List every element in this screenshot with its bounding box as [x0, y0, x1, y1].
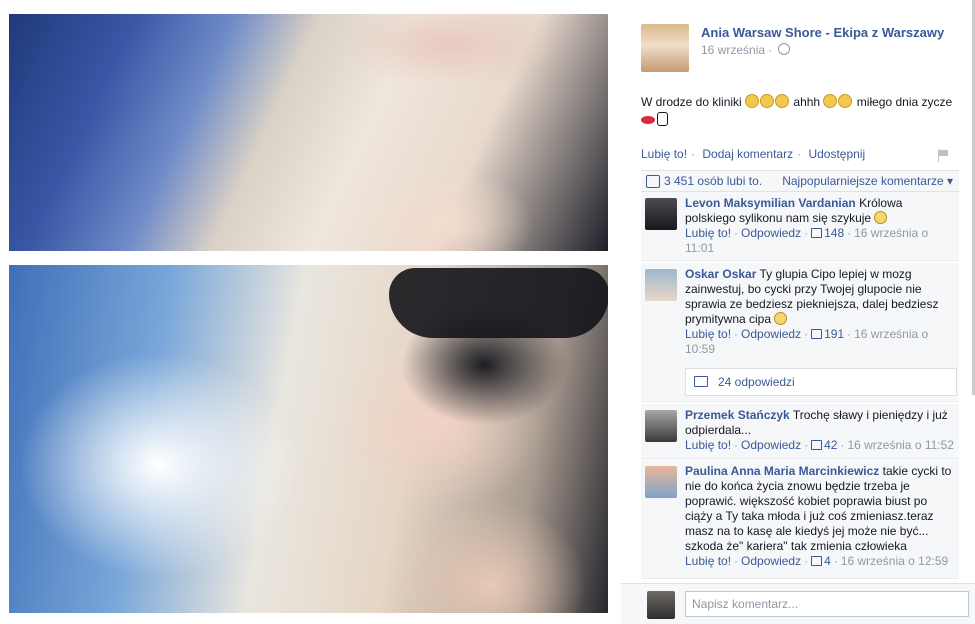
comment-author[interactable]: Levon Maksymilian Vardanian: [685, 196, 856, 210]
comment-likes-count[interactable]: 42: [824, 438, 837, 452]
globe-icon: [778, 43, 791, 55]
post-date[interactable]: 16 września ·: [701, 43, 791, 57]
avatar[interactable]: [645, 410, 677, 442]
comment-meta: Lubię to! · Odpowiedz · 42 · 16 września o 11:…: [685, 438, 954, 452]
thumb-up-icon: [811, 556, 823, 566]
sunglasses-shape: [389, 268, 608, 338]
post-text-part-1: W drodze do kliniki: [641, 95, 742, 109]
comment-time[interactable]: 16 września o 12:59: [841, 554, 948, 568]
post-text: W drodze do kliniki ahhh miłego dnia zyc…: [641, 93, 959, 129]
likes-count-link[interactable]: 3 451 osób lubi to.: [664, 174, 762, 188]
like-post-link[interactable]: Lubię to!: [641, 147, 687, 161]
likes-bar: 3 451 osób lubi to. Najpopularniejsze ko…: [641, 170, 959, 192]
comment-like-link[interactable]: Lubię to!: [685, 554, 731, 568]
thumb-up-icon: [811, 228, 823, 238]
flag-icon[interactable]: [937, 149, 949, 162]
post-text-part-4: zycze: [921, 95, 953, 109]
comment-author[interactable]: Przemek Stańczyk: [685, 408, 790, 422]
replies-count[interactable]: 24 odpowiedzi: [718, 375, 795, 389]
comment-reply-link[interactable]: Odpowiedz: [741, 554, 801, 568]
post-date-text[interactable]: 16 września: [701, 43, 765, 57]
avatar[interactable]: [645, 466, 677, 498]
lips-icon: [641, 116, 655, 124]
comment-like-link[interactable]: Lubię to!: [685, 327, 731, 341]
comment-author[interactable]: Oskar Oskar: [685, 267, 756, 281]
avatar[interactable]: [645, 269, 677, 301]
comment-meta: Lubię to! · Odpowiedz · 4 · 16 września o 12:5…: [685, 554, 949, 568]
comment-sort-dropdown[interactable]: Najpopularniejsze komentarze ▾: [782, 174, 953, 188]
comment-likes-count[interactable]: 191: [824, 327, 844, 341]
photo-selfie-top[interactable]: [9, 14, 608, 251]
post-text-part-2: ahhh: [793, 95, 821, 109]
post-panel: Ania Warsaw Shore - Ekipa z Warszawy 16 …: [621, 0, 975, 624]
thumb-up-icon: [811, 329, 823, 339]
share-link[interactable]: Udostępnij: [808, 147, 865, 161]
comment-like-link[interactable]: Lubię to!: [685, 226, 731, 240]
comment-time[interactable]: 16 września o 11:52: [847, 438, 954, 452]
comment-item: Levon Maksymilian Vardanian Królowa pols…: [641, 192, 959, 261]
reply-icon: [694, 376, 708, 387]
comment-meta: Lubię to! · Odpowiedz · 148 · 16 września o 11…: [685, 226, 929, 255]
comment-author[interactable]: Paulina Anna Maria Marcinkiewicz: [685, 464, 879, 478]
post-actions: Lubię to! · Dodaj komentarz · Udostępnij: [641, 147, 866, 161]
page-avatar[interactable]: [641, 24, 689, 72]
thumb-up-icon: [646, 175, 660, 188]
page-name-link[interactable]: Ania Warsaw Shore - Ekipa z Warszawy: [701, 25, 944, 40]
comment-item: Paulina Anna Maria Marcinkiewicz takie c…: [641, 460, 959, 579]
photo-selfie-bottom[interactable]: [9, 265, 608, 613]
write-comment-bar: [621, 583, 975, 624]
scream-emoji-icon: [745, 94, 790, 109]
comment-input[interactable]: [685, 591, 969, 617]
scream-emoji-icon-2: [823, 94, 853, 109]
comment-reply-link[interactable]: Odpowiedz: [741, 327, 801, 341]
hand-icon: [657, 112, 668, 126]
smile-icon: [774, 312, 788, 325]
thumb-up-icon: [811, 440, 823, 450]
post-text-part-3: miłego dnia: [856, 95, 919, 109]
post-header: Ania Warsaw Shore - Ekipa z Warszawy 16 …: [641, 22, 975, 77]
comment-reply-link[interactable]: Odpowiedz: [741, 226, 801, 240]
avatar[interactable]: [645, 198, 677, 230]
comment-like-link[interactable]: Lubię to!: [685, 438, 731, 452]
smile-icon: [874, 211, 888, 224]
add-comment-link[interactable]: Dodaj komentarz: [702, 147, 793, 161]
avatar: [647, 591, 675, 619]
view-replies-button[interactable]: 24 odpowiedzi: [685, 368, 957, 396]
comment-likes-count[interactable]: 148: [824, 226, 844, 240]
comment-reply-link[interactable]: Odpowiedz: [741, 438, 801, 452]
comment-likes-count[interactable]: 4: [824, 554, 831, 568]
comment-item: Przemek Stańczyk Trochę sławy i pieniędz…: [641, 404, 959, 459]
comment-meta: Lubię to! · Odpowiedz · 191 · 16 września o 10…: [685, 327, 929, 356]
